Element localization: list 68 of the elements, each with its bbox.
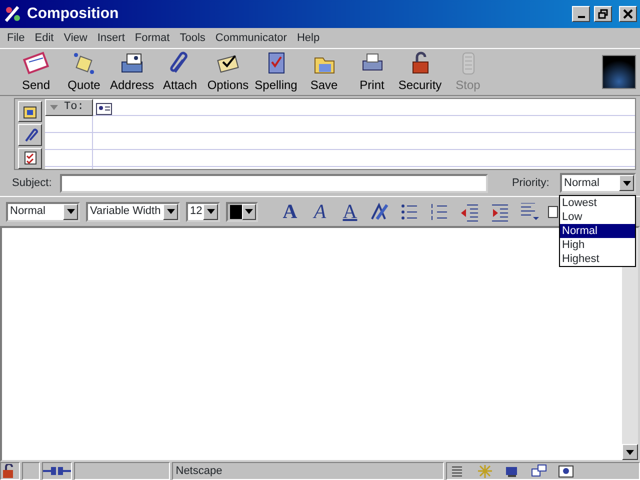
menu-item[interactable]: Insert bbox=[92, 30, 130, 46]
sparkle-icon bbox=[476, 464, 493, 478]
spelling-button[interactable]: Spelling bbox=[252, 50, 300, 94]
note-icon bbox=[71, 50, 97, 76]
underline-button[interactable]: A bbox=[338, 200, 362, 222]
font-size-dropdown[interactable]: 12 bbox=[186, 202, 220, 222]
priority-dropdown[interactable]: Normal bbox=[560, 173, 636, 193]
align-icon bbox=[521, 203, 539, 220]
menu-item[interactable]: Help bbox=[292, 30, 325, 46]
paragraph-style-dropdown[interactable]: Normal bbox=[6, 202, 80, 222]
save-button[interactable]: Save bbox=[300, 50, 348, 94]
recipient-type-dropdown[interactable]: To: bbox=[45, 99, 93, 116]
font-dropdown[interactable]: Variable Width bbox=[86, 202, 180, 222]
restore-icon bbox=[598, 9, 608, 19]
close-icon bbox=[623, 9, 633, 19]
window-title: Composition bbox=[27, 4, 120, 24]
send-button[interactable]: Send bbox=[12, 50, 60, 94]
priority-option[interactable]: Low bbox=[560, 210, 635, 224]
scroll-down-button[interactable] bbox=[622, 444, 638, 460]
menu-item[interactable]: Format bbox=[130, 30, 175, 46]
address-card-icon bbox=[22, 104, 38, 120]
priority-option[interactable]: High bbox=[560, 238, 635, 252]
text-color-picker[interactable] bbox=[226, 202, 258, 222]
caret-icon bbox=[50, 104, 58, 110]
align-button[interactable] bbox=[518, 200, 542, 222]
status-panel bbox=[22, 462, 40, 480]
subject-label: Subject: bbox=[12, 176, 52, 191]
minimize-icon bbox=[578, 16, 585, 18]
minimize-button[interactable] bbox=[572, 6, 590, 22]
priority-label: Priority: bbox=[512, 176, 550, 191]
close-button[interactable] bbox=[619, 6, 637, 22]
address-card-icon bbox=[558, 464, 574, 478]
paperclip-tab[interactable] bbox=[18, 124, 42, 146]
attach-button[interactable]: Attach bbox=[156, 50, 204, 94]
chat-icon bbox=[530, 464, 547, 478]
print-button[interactable]: Print bbox=[348, 50, 396, 94]
address-card-tab[interactable] bbox=[18, 101, 42, 122]
address-button[interactable]: Address bbox=[108, 50, 156, 94]
options-button[interactable]: Options bbox=[204, 50, 252, 94]
netscape-logo bbox=[602, 55, 636, 89]
connection-plug-icon bbox=[43, 465, 71, 477]
priority-option[interactable]: Normal bbox=[560, 224, 635, 238]
subject-field[interactable] bbox=[60, 174, 488, 192]
app-icon bbox=[3, 4, 23, 24]
checklist-icon bbox=[22, 150, 38, 166]
security-button[interactable]: Security bbox=[396, 50, 444, 94]
italic-button[interactable]: A bbox=[308, 200, 332, 222]
caret-icon bbox=[626, 450, 634, 454]
caret-icon bbox=[166, 209, 174, 214]
quote-button[interactable]: Quote bbox=[60, 50, 108, 94]
caret-icon bbox=[66, 209, 74, 214]
checklist-tab[interactable] bbox=[18, 148, 42, 169]
computer-icon bbox=[504, 464, 520, 478]
caret-icon bbox=[622, 180, 630, 186]
menu-item[interactable]: Edit bbox=[30, 30, 59, 46]
menu-item[interactable]: Communicator bbox=[210, 30, 292, 46]
caret-icon bbox=[244, 209, 253, 214]
priority-option[interactable]: Highest bbox=[560, 252, 635, 266]
pen-icon bbox=[369, 200, 391, 222]
caret-icon bbox=[206, 209, 214, 214]
menu-item[interactable]: File bbox=[2, 30, 30, 46]
status-text: Netscape bbox=[174, 464, 222, 479]
bold-button[interactable]: A bbox=[278, 200, 302, 222]
menu-item[interactable]: View bbox=[58, 30, 92, 46]
priority-option[interactable]: Lowest bbox=[560, 196, 635, 210]
restore-button[interactable] bbox=[594, 6, 612, 22]
contact-card-icon bbox=[96, 103, 112, 116]
menu-item[interactable]: Tools bbox=[174, 30, 210, 46]
